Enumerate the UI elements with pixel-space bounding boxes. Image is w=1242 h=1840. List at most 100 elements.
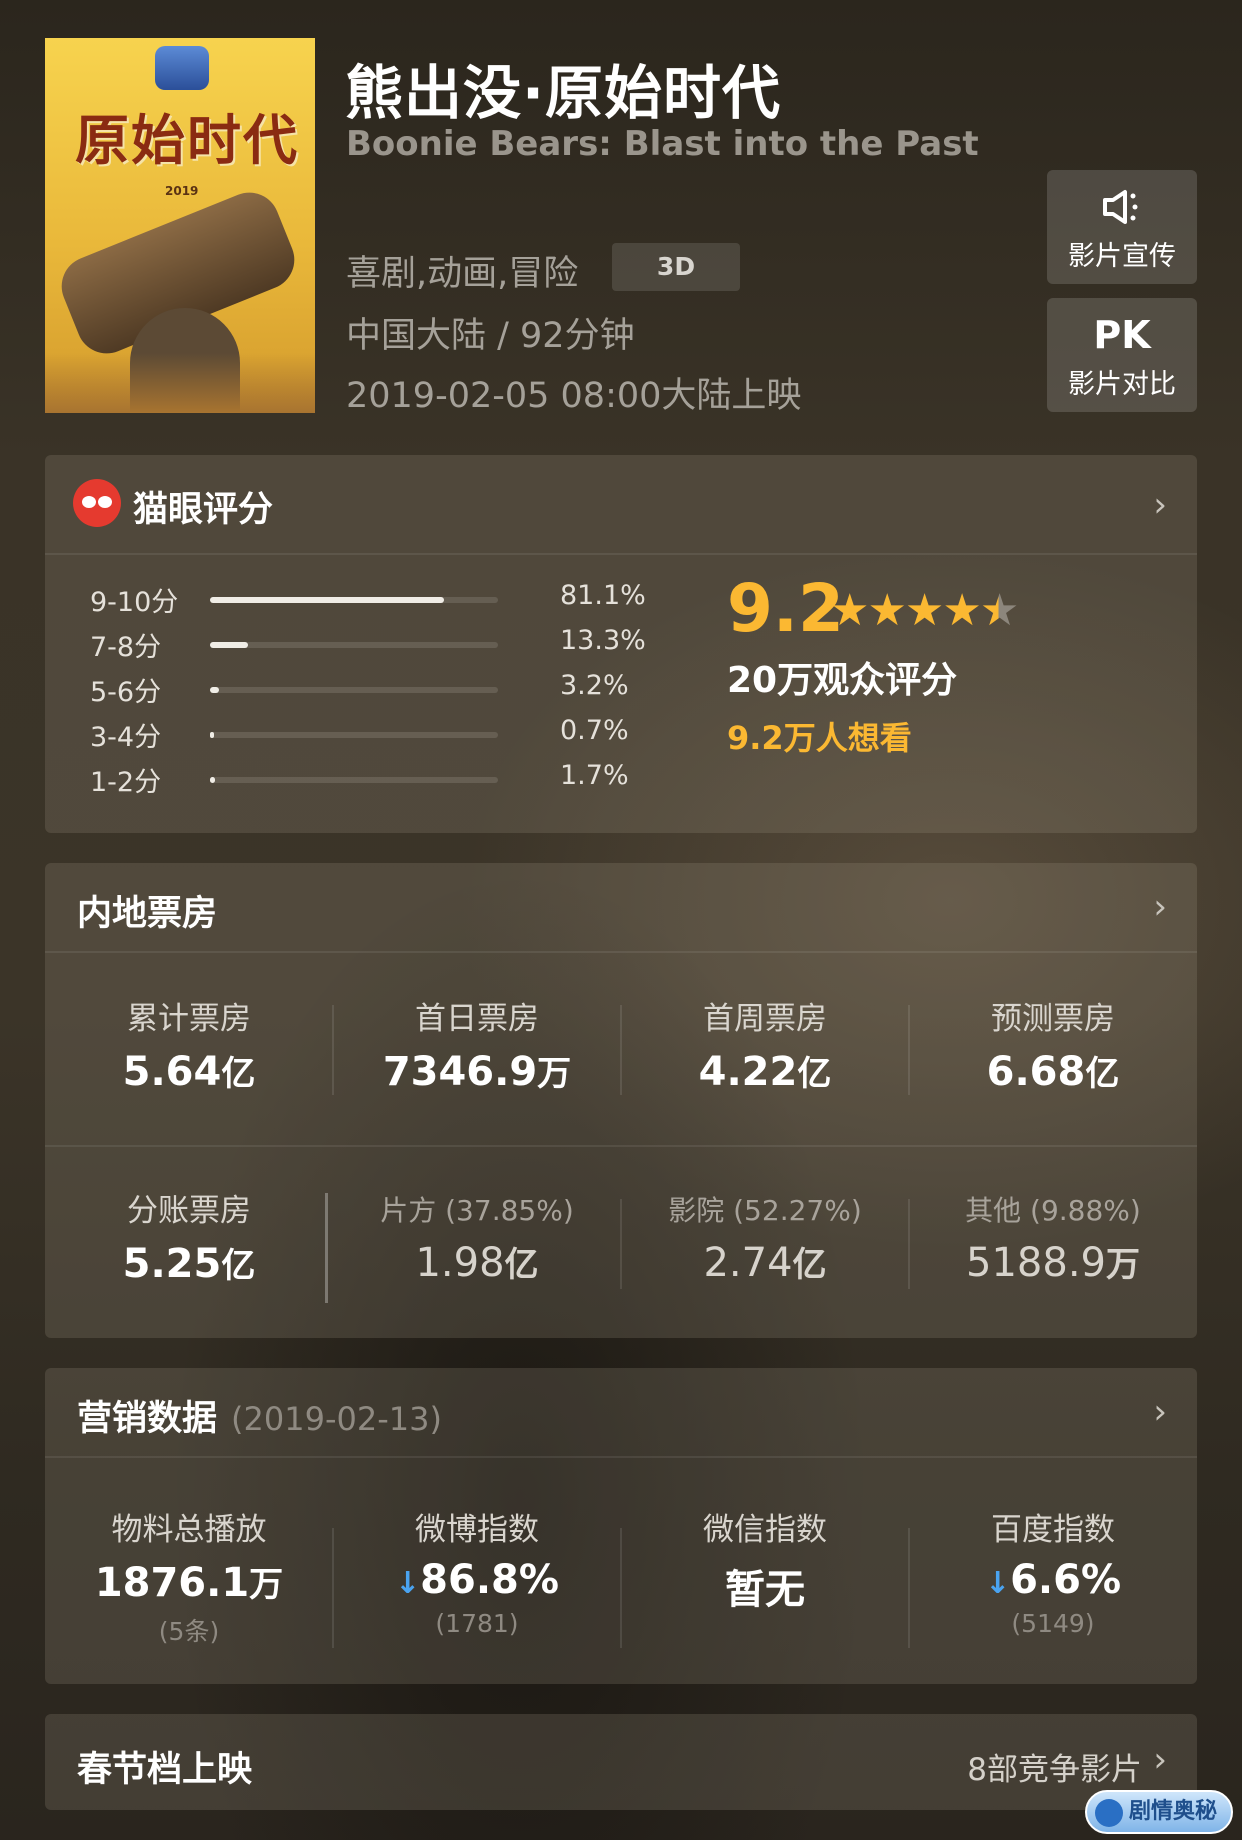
- festival-title: 春节档上映: [77, 1750, 253, 1790]
- stat-label: 首周票房: [703, 1001, 827, 1037]
- stat-label: 百度指数: [991, 1512, 1115, 1548]
- down-arrow-icon: ↓: [395, 1566, 421, 1601]
- rating-percent: 13.3%: [560, 625, 646, 656]
- half-star-icon: ★: [979, 585, 1019, 636]
- movie-english-title: Boonie Bears: Blast into the Past: [346, 124, 979, 164]
- divider: [620, 1528, 622, 1648]
- rating-range-label: 1-2分: [90, 767, 162, 798]
- watermark-icon: [1095, 1799, 1123, 1827]
- rating-bar: [210, 642, 498, 648]
- rating-count: 20万观众评分: [727, 660, 958, 701]
- baidu-index: 百度指数 ↓6.6% (5149): [909, 1504, 1197, 1638]
- want-to-see-count: 9.2万人想看: [727, 719, 912, 757]
- total-box-office: 累计票房 5.64亿: [45, 993, 333, 1095]
- movie-poster[interactable]: 原始时代 2019: [45, 38, 315, 413]
- marketing-card: 营销数据 (2019-02-13) › 物料总播放 1876.1万 (5条) 微博…: [45, 1368, 1197, 1684]
- rating-distribution-row: 7-8分 13.3%: [90, 625, 646, 665]
- competing-films-link[interactable]: 8部竞争影片: [967, 1744, 1142, 1789]
- rating-bar-fill: [210, 732, 215, 738]
- first-week-box-office: 首周票房 4.22亿: [621, 993, 909, 1095]
- rating-range-label: 7-8分: [90, 632, 162, 663]
- stat-value: 2.74亿: [703, 1240, 827, 1286]
- rating-title: 猫眼评分: [133, 490, 274, 530]
- divider: [332, 1005, 334, 1095]
- rating-card: 猫眼评分 › 9-10分 81.1% 7-8分 13.3% 5-6分 3.2% 3-4分 0.…: [45, 455, 1197, 833]
- rating-percent: 3.2%: [560, 670, 629, 701]
- rating-range-label: 5-6分: [90, 677, 162, 708]
- stat-sub: (5条): [158, 1617, 220, 1646]
- chevron-right-icon: ›: [1153, 485, 1167, 525]
- rating-percent: 0.7%: [560, 715, 629, 746]
- festival-card[interactable]: 春节档上映 8部竞争影片 ›: [45, 1714, 1197, 1810]
- stat-label: 微信指数: [703, 1512, 827, 1548]
- stat-value: 1876.1万: [94, 1560, 284, 1606]
- stat-value: 7346.9万: [382, 1049, 572, 1095]
- divider: [908, 1528, 910, 1648]
- watermark-text: 剧情奥秘: [1128, 1799, 1217, 1824]
- box-office-card: 内地票房 › 累计票房 5.64亿 首日票房 7346.9万 首周票房 4.22…: [45, 863, 1197, 1338]
- chevron-right-icon: ›: [1153, 1392, 1167, 1432]
- divider: [620, 1199, 622, 1289]
- divider: [332, 1528, 334, 1648]
- first-day-box-office: 首日票房 7346.9万: [333, 993, 621, 1095]
- other-share: 其他 (9.88%) 5188.9万: [909, 1189, 1197, 1286]
- star-icon: ★: [942, 585, 981, 636]
- poster-year: 2019: [165, 184, 199, 198]
- total-plays: 物料总播放 1876.1万 (5条): [45, 1504, 333, 1648]
- stat-value: 暂无: [725, 1567, 805, 1613]
- stat-label: 其他 (9.88%): [965, 1194, 1141, 1227]
- rating-bar-fill: [210, 597, 444, 603]
- stat-label: 分账票房: [127, 1193, 251, 1229]
- compare-button[interactable]: PK 影片对比: [1047, 298, 1197, 412]
- stat-value: ↓6.6%: [984, 1557, 1122, 1603]
- rating-range-label: 9-10分: [90, 587, 179, 618]
- rating-percent: 1.7%: [560, 760, 629, 791]
- box-office-header[interactable]: 内地票房 ›: [45, 863, 1197, 953]
- rating-bar: [210, 732, 498, 738]
- rating-distribution-row: 9-10分 81.1%: [90, 580, 646, 620]
- stat-value: 6.68亿: [986, 1049, 1120, 1095]
- divider: [620, 1005, 622, 1095]
- stat-label: 首日票房: [415, 1001, 539, 1037]
- down-arrow-icon: ↓: [984, 1566, 1011, 1601]
- stat-sub: (1781): [435, 1609, 519, 1638]
- producer-share: 片方 (37.85%) 1.98亿: [333, 1189, 621, 1286]
- promotion-button[interactable]: 影片宣传: [1047, 170, 1197, 284]
- maoyan-cat-icon: [73, 479, 121, 527]
- divider: [45, 1145, 1197, 1147]
- chevron-right-icon: ›: [1153, 1740, 1167, 1780]
- compare-label: 影片对比: [1068, 369, 1176, 400]
- rating-distribution-row: 3-4分 0.7%: [90, 715, 630, 755]
- movie-title: 熊出没·原始时代: [345, 59, 782, 127]
- poster-crowd-art: [45, 353, 315, 413]
- wechat-index: 微信指数 暂无: [621, 1504, 909, 1615]
- rating-distribution-row: 1-2分 1.7%: [90, 760, 630, 800]
- marketing-date: (2019-02-13): [231, 1400, 442, 1438]
- stat-value: 5.25亿: [122, 1241, 256, 1287]
- stat-label: 累计票房: [127, 1001, 251, 1037]
- marketing-header[interactable]: 营销数据 (2019-02-13) ›: [45, 1368, 1197, 1458]
- stat-label: 预测票房: [991, 1001, 1115, 1037]
- rating-stars: ★★★★★: [830, 585, 1019, 636]
- stat-label: 微博指数: [415, 1512, 539, 1548]
- movie-region-duration: 中国大陆 / 92分钟: [346, 316, 635, 356]
- poster-title: 原始时代: [75, 109, 299, 172]
- forecast-box-office: 预测票房 6.68亿: [909, 993, 1197, 1095]
- movie-release-date: 2019-02-05 08:00大陆上映: [346, 376, 802, 416]
- stat-label: 影院 (52.27%): [668, 1194, 862, 1227]
- promotion-label: 影片宣传: [1068, 241, 1176, 272]
- rating-bar-fill: [210, 777, 215, 783]
- cinema-share: 影院 (52.27%) 2.74亿: [621, 1189, 909, 1286]
- rating-card-header[interactable]: 猫眼评分 ›: [45, 455, 1197, 555]
- rating-distribution-row: 5-6分 3.2%: [90, 670, 630, 710]
- divider: [908, 1005, 910, 1095]
- rating-bar-fill: [210, 642, 249, 648]
- box-office-title: 内地票房: [77, 894, 218, 934]
- rating-bar: [210, 687, 498, 693]
- marketing-title: 营销数据 (2019-02-13): [77, 1399, 442, 1439]
- poster-logo: [155, 46, 209, 90]
- star-icon: ★: [867, 585, 906, 636]
- divider: [908, 1199, 910, 1289]
- rating-percent: 81.1%: [560, 580, 646, 611]
- stat-value: 5188.9万: [966, 1240, 1140, 1286]
